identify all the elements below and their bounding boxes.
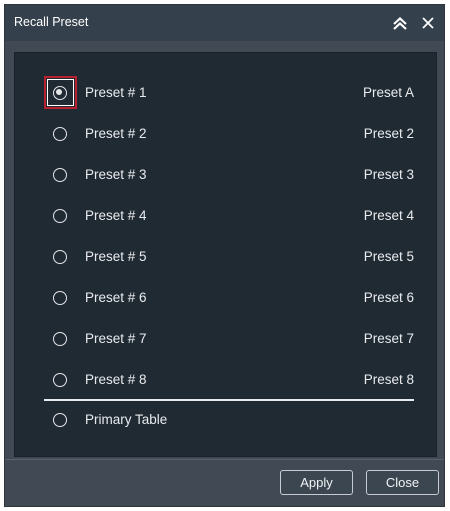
close-icon: [422, 17, 434, 29]
preset-name: Preset 8: [363, 372, 414, 387]
preset-label: Preset # 6: [85, 290, 147, 305]
preset-4-radio[interactable]: [53, 209, 67, 223]
list-separator: [44, 399, 414, 401]
title-bar: Recall Preset: [5, 5, 444, 41]
close-window-button[interactable]: [417, 12, 439, 34]
preset-1-radio[interactable]: [53, 86, 67, 100]
preset-row-6[interactable]: Preset # 6 Preset 6: [15, 283, 436, 313]
preset-name: Preset 6: [363, 290, 414, 305]
preset-list-panel: Preset # 1 Preset A Preset # 2 Preset 2 …: [14, 52, 437, 457]
collapse-button[interactable]: [389, 12, 411, 34]
preset-label: Preset # 8: [85, 372, 147, 387]
preset-label: Preset # 1: [85, 85, 147, 100]
preset-label: Preset # 7: [85, 331, 147, 346]
preset-5-radio[interactable]: [53, 250, 67, 264]
preset-row-1[interactable]: Preset # 1 Preset A: [15, 76, 436, 109]
dialog-title: Recall Preset: [14, 15, 89, 29]
preset-8-radio[interactable]: [53, 373, 67, 387]
footer-divider: [5, 459, 444, 460]
primary-table-row[interactable]: Primary Table: [15, 405, 436, 435]
preset-row-8[interactable]: Preset # 8 Preset 8: [15, 365, 436, 395]
primary-table-radio[interactable]: [53, 413, 67, 427]
preset-6-radio[interactable]: [53, 291, 67, 305]
preset-name: Preset 4: [363, 208, 414, 223]
preset-2-radio[interactable]: [53, 127, 67, 141]
preset-label: Preset # 5: [85, 249, 147, 264]
preset-row-2[interactable]: Preset # 2 Preset 2: [15, 119, 436, 149]
preset-label: Preset # 4: [85, 208, 147, 223]
preset-row-7[interactable]: Preset # 7 Preset 7: [15, 324, 436, 354]
preset-name: Preset 2: [363, 126, 414, 141]
preset-label: Preset # 3: [85, 167, 147, 182]
apply-button[interactable]: Apply: [280, 470, 353, 495]
preset-row-5[interactable]: Preset # 5 Preset 5: [15, 242, 436, 272]
preset-label: Preset # 2: [85, 126, 147, 141]
preset-3-radio[interactable]: [53, 168, 67, 182]
preset-name: Preset 3: [363, 167, 414, 182]
close-button[interactable]: Close: [366, 470, 439, 495]
primary-table-label: Primary Table: [85, 412, 168, 427]
preset-name: Preset 5: [363, 249, 414, 264]
double-chevron-up-icon: [393, 17, 407, 30]
preset-7-radio[interactable]: [53, 332, 67, 346]
preset-name: Preset A: [362, 85, 414, 100]
recall-preset-dialog: Recall Preset Preset # 1 Preset A Preset: [4, 4, 445, 507]
preset-name: Preset 7: [363, 331, 414, 346]
preset-row-3[interactable]: Preset # 3 Preset 3: [15, 160, 436, 190]
preset-row-4[interactable]: Preset # 4 Preset 4: [15, 201, 436, 231]
